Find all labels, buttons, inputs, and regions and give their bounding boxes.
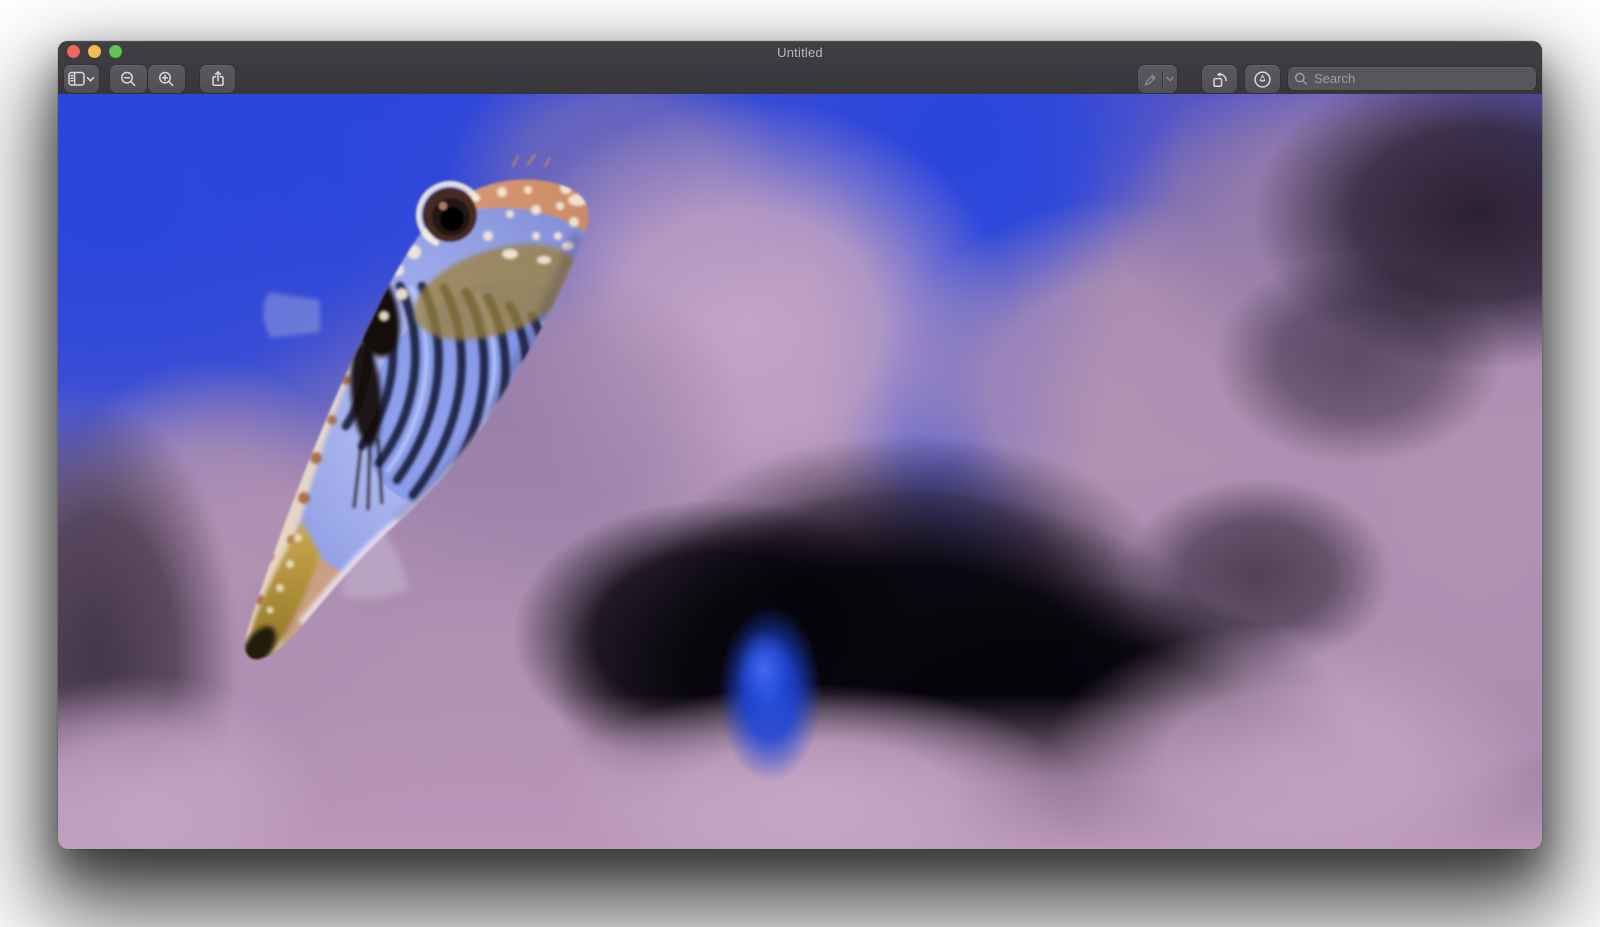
rotate-left-button[interactable] bbox=[1202, 65, 1237, 93]
rotate-left-icon bbox=[1211, 70, 1229, 88]
highlight-button-group[interactable] bbox=[1138, 65, 1177, 93]
sidebar-icon bbox=[68, 71, 95, 88]
pectoral-fin bbox=[263, 292, 320, 338]
chevron-down-icon bbox=[1165, 75, 1175, 83]
titlebar-toolbar: Untitled bbox=[58, 41, 1542, 95]
share-button[interactable] bbox=[200, 65, 235, 93]
pufferfish-photo bbox=[58, 94, 1542, 849]
search-input[interactable] bbox=[1312, 70, 1530, 87]
search-icon bbox=[1294, 72, 1308, 86]
window-title: Untitled bbox=[58, 45, 1542, 63]
photo-background bbox=[58, 94, 1542, 849]
sidebar-toggle-button[interactable] bbox=[64, 65, 99, 93]
markup-button[interactable] bbox=[1245, 65, 1280, 93]
marker-icon bbox=[1142, 71, 1159, 88]
markup-pen-icon bbox=[1253, 70, 1272, 89]
zoom-out-button[interactable] bbox=[110, 65, 147, 93]
zoom-in-icon bbox=[158, 71, 175, 88]
photo-canvas bbox=[58, 94, 1542, 849]
chevron-down-icon bbox=[88, 77, 94, 80]
share-icon bbox=[209, 70, 227, 88]
zoom-in-button[interactable] bbox=[148, 65, 185, 93]
search-field[interactable] bbox=[1288, 67, 1536, 90]
screenshot-stage: Untitled bbox=[0, 0, 1600, 927]
zoom-out-icon bbox=[120, 71, 137, 88]
preview-window: Untitled bbox=[58, 41, 1542, 849]
